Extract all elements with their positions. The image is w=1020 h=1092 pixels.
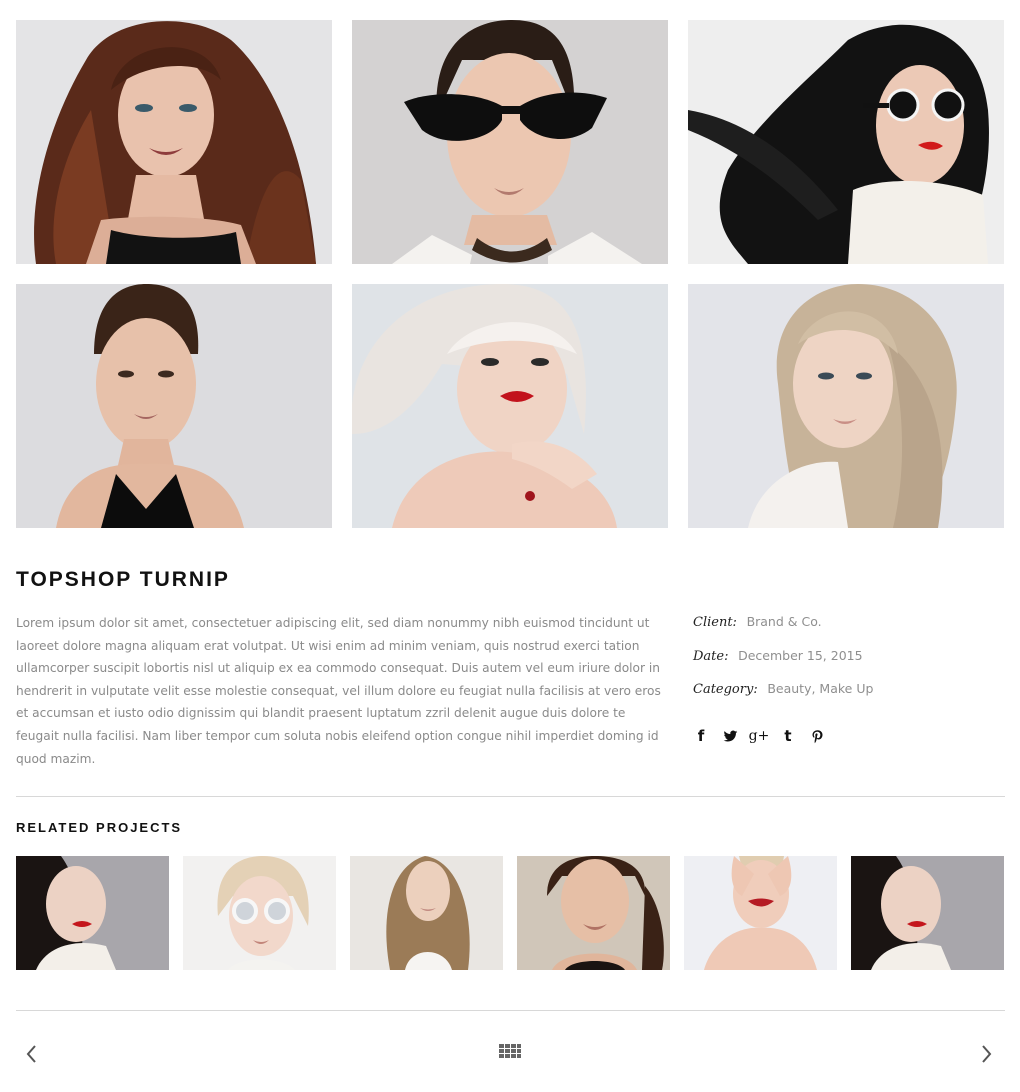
meta-date-label: Date: [693,648,729,664]
related-projects-list [16,856,1004,970]
google-plus-icon[interactable]: g+ [749,726,770,746]
divider-top [16,796,1005,797]
project-title: TOPSHOP TURNIP [16,568,230,591]
related-projects-title: RELATED PROJECTS [16,820,183,835]
facebook-icon[interactable]: f [693,726,709,746]
meta-client: Client: Brand & Co. [693,612,1005,646]
meta-date-value: December 15, 2015 [738,647,863,663]
meta-category-value: Beauty, Make Up [767,681,874,696]
related-thumb-1[interactable] [16,856,169,970]
chevron-right-icon[interactable] [980,1043,994,1070]
gallery-photo-wavy-blonde[interactable] [688,284,1004,528]
grid-icon[interactable] [499,1044,521,1067]
pinterest-icon[interactable] [809,726,825,746]
project-meta: Client: Brand & Co. Date: December 15, 2… [693,612,1005,713]
tumblr-icon[interactable]: t [780,726,796,746]
project-description: Lorem ipsum dolor sit amet, consectetuer… [16,616,661,766]
gallery-photo-platinum-bob[interactable] [352,284,668,528]
social-share: f g+ t [693,726,825,746]
gallery-photo-slicked-hair[interactable] [16,284,332,528]
meta-date: Date: December 15, 2015 [693,646,1005,680]
gallery-row-2 [16,284,1005,528]
related-thumb-5[interactable] [684,856,837,970]
related-thumb-4[interactable] [517,856,670,970]
gallery-row-1 [16,20,1005,264]
meta-client-value: Brand & Co. [746,614,822,629]
meta-category-label: Category: [693,682,758,697]
chevron-left-icon[interactable] [24,1043,38,1070]
gallery-photo-round-sunglasses[interactable] [688,20,1004,264]
divider-bottom [16,1010,1005,1011]
gallery-photo-cat-eye-sunglasses[interactable] [352,20,668,264]
meta-category: Category: Beauty, Make Up [693,679,1005,713]
meta-client-label: Client: [693,615,737,630]
related-thumb-6[interactable] [851,856,1004,970]
twitter-icon[interactable] [722,726,738,746]
related-thumb-2[interactable] [183,856,336,970]
project-gallery [16,20,1005,548]
related-thumb-3[interactable] [350,856,503,970]
gallery-photo-curly-auburn-hair[interactable] [16,20,332,264]
